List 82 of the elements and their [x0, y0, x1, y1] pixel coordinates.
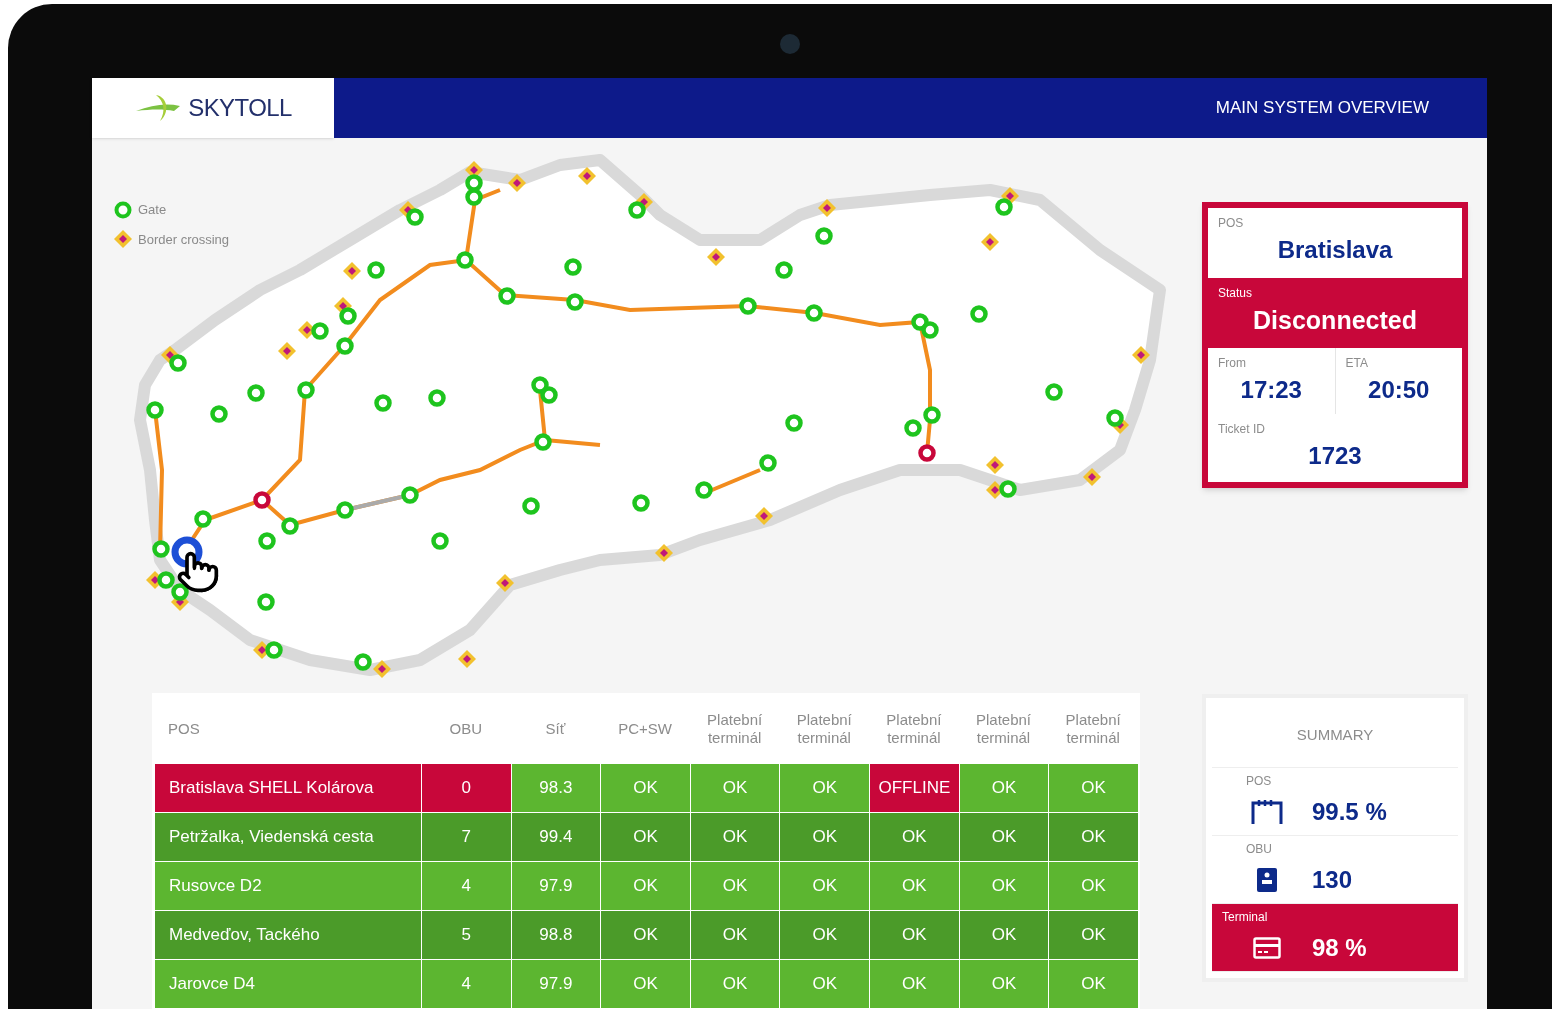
table-cell: OK: [869, 911, 959, 959]
table-cell: OK: [1048, 764, 1138, 812]
summary-label: OBU: [1245, 840, 1273, 858]
table-cell: Jarovce D4: [154, 960, 421, 1008]
table-cell: OK: [600, 764, 690, 812]
table-cell: OK: [779, 960, 870, 1008]
table-cell: 98.3: [510, 764, 601, 812]
table-cell: OK: [1048, 813, 1138, 861]
ticket-value: 1723: [1307, 440, 1363, 471]
table-cell: OK: [958, 764, 1049, 812]
table-cell: OK: [779, 764, 870, 812]
field-label: ETA: [1345, 354, 1369, 372]
column-header: Síť: [544, 720, 567, 738]
table-cell: OK: [958, 960, 1049, 1008]
table-cell: 4: [420, 862, 511, 910]
column-header: Platební terminál: [975, 711, 1033, 747]
summary-value: 130: [1312, 864, 1353, 895]
column-header: Platební terminál: [795, 711, 853, 747]
column-header: Platební terminál: [1064, 711, 1122, 747]
table-cell: 5: [420, 911, 511, 959]
table-cell: 0: [420, 764, 511, 812]
border-marker-icon: [114, 230, 132, 249]
legend-label: Gate: [138, 201, 167, 219]
summary-label: Terminal: [1222, 908, 1269, 926]
table-cell: 7: [420, 813, 511, 861]
table-cell: 99.4: [510, 813, 601, 861]
hand-cursor-icon: [176, 550, 220, 594]
logo-text: SKYTOLL: [188, 93, 292, 123]
pos-name: Bratislava: [1276, 235, 1394, 265]
table-cell: OK: [1048, 862, 1138, 910]
table-cell: OK: [600, 960, 690, 1008]
field-label: From: [1218, 354, 1247, 372]
time-value: 17:23: [1239, 374, 1303, 405]
table-cell: OK: [600, 911, 690, 959]
gantry-icon: [1251, 798, 1283, 825]
table-cell: 4: [420, 960, 511, 1008]
table-cell: OK: [869, 960, 959, 1008]
table-cell: 97.9: [510, 960, 601, 1008]
table-cell: OK: [689, 960, 780, 1008]
table-cell: OK: [958, 911, 1049, 959]
time-value: 20:50: [1367, 374, 1431, 405]
table-cell: OK: [779, 813, 870, 861]
summary-value: 98 %: [1312, 932, 1367, 963]
table-cell: OK: [958, 862, 1049, 910]
gate-marker-icon: [114, 200, 132, 219]
column-header: POS: [167, 720, 201, 738]
table-cell: OFFLINE: [869, 764, 959, 812]
credit-card-icon: [1253, 936, 1281, 959]
table-cell: 97.9: [510, 862, 601, 910]
table-cell: OK: [958, 813, 1049, 861]
table-cell: 98.8: [510, 911, 601, 959]
legend-label: Border crossing: [138, 230, 230, 249]
summary-value: 99.5 %: [1312, 796, 1387, 827]
table-cell: OK: [1048, 911, 1138, 959]
table-cell: OK: [689, 862, 780, 910]
table-cell: Petržalka, Viedenská cesta: [154, 813, 421, 861]
summary-title: SUMMARY: [1212, 703, 1458, 768]
table-cell: OK: [600, 862, 690, 910]
table-cell: OK: [869, 862, 959, 910]
column-header: Platební terminál: [885, 711, 943, 747]
table-cell: OK: [779, 911, 870, 959]
table-cell: OK: [689, 813, 780, 861]
column-header: OBU: [448, 720, 483, 738]
table-cell: Rusovce D2: [154, 862, 421, 910]
field-label: Ticket ID: [1218, 420, 1266, 438]
device-icon: [1256, 866, 1278, 893]
field-label: POS: [1218, 215, 1245, 232]
table-cell: Bratislava SHELL Kolárova: [154, 764, 421, 812]
summary-label: POS: [1245, 772, 1273, 790]
table-cell: OK: [689, 911, 780, 959]
status-value: Disconnected: [1252, 305, 1418, 336]
table-cell: OK: [1048, 960, 1138, 1008]
page-title: MAIN SYSTEM OVERVIEW: [1215, 97, 1429, 120]
table-cell: OK: [779, 862, 870, 910]
column-header: Platební terminál: [706, 711, 764, 747]
column-header: PC+SW: [617, 720, 673, 738]
table-cell: OK: [689, 764, 780, 812]
table-cell: Medveďov, Tackého: [154, 911, 421, 959]
field-label: Status: [1218, 285, 1254, 302]
camera-icon: [780, 34, 800, 54]
table-cell: OK: [600, 813, 690, 861]
table-cell: OK: [869, 813, 959, 861]
